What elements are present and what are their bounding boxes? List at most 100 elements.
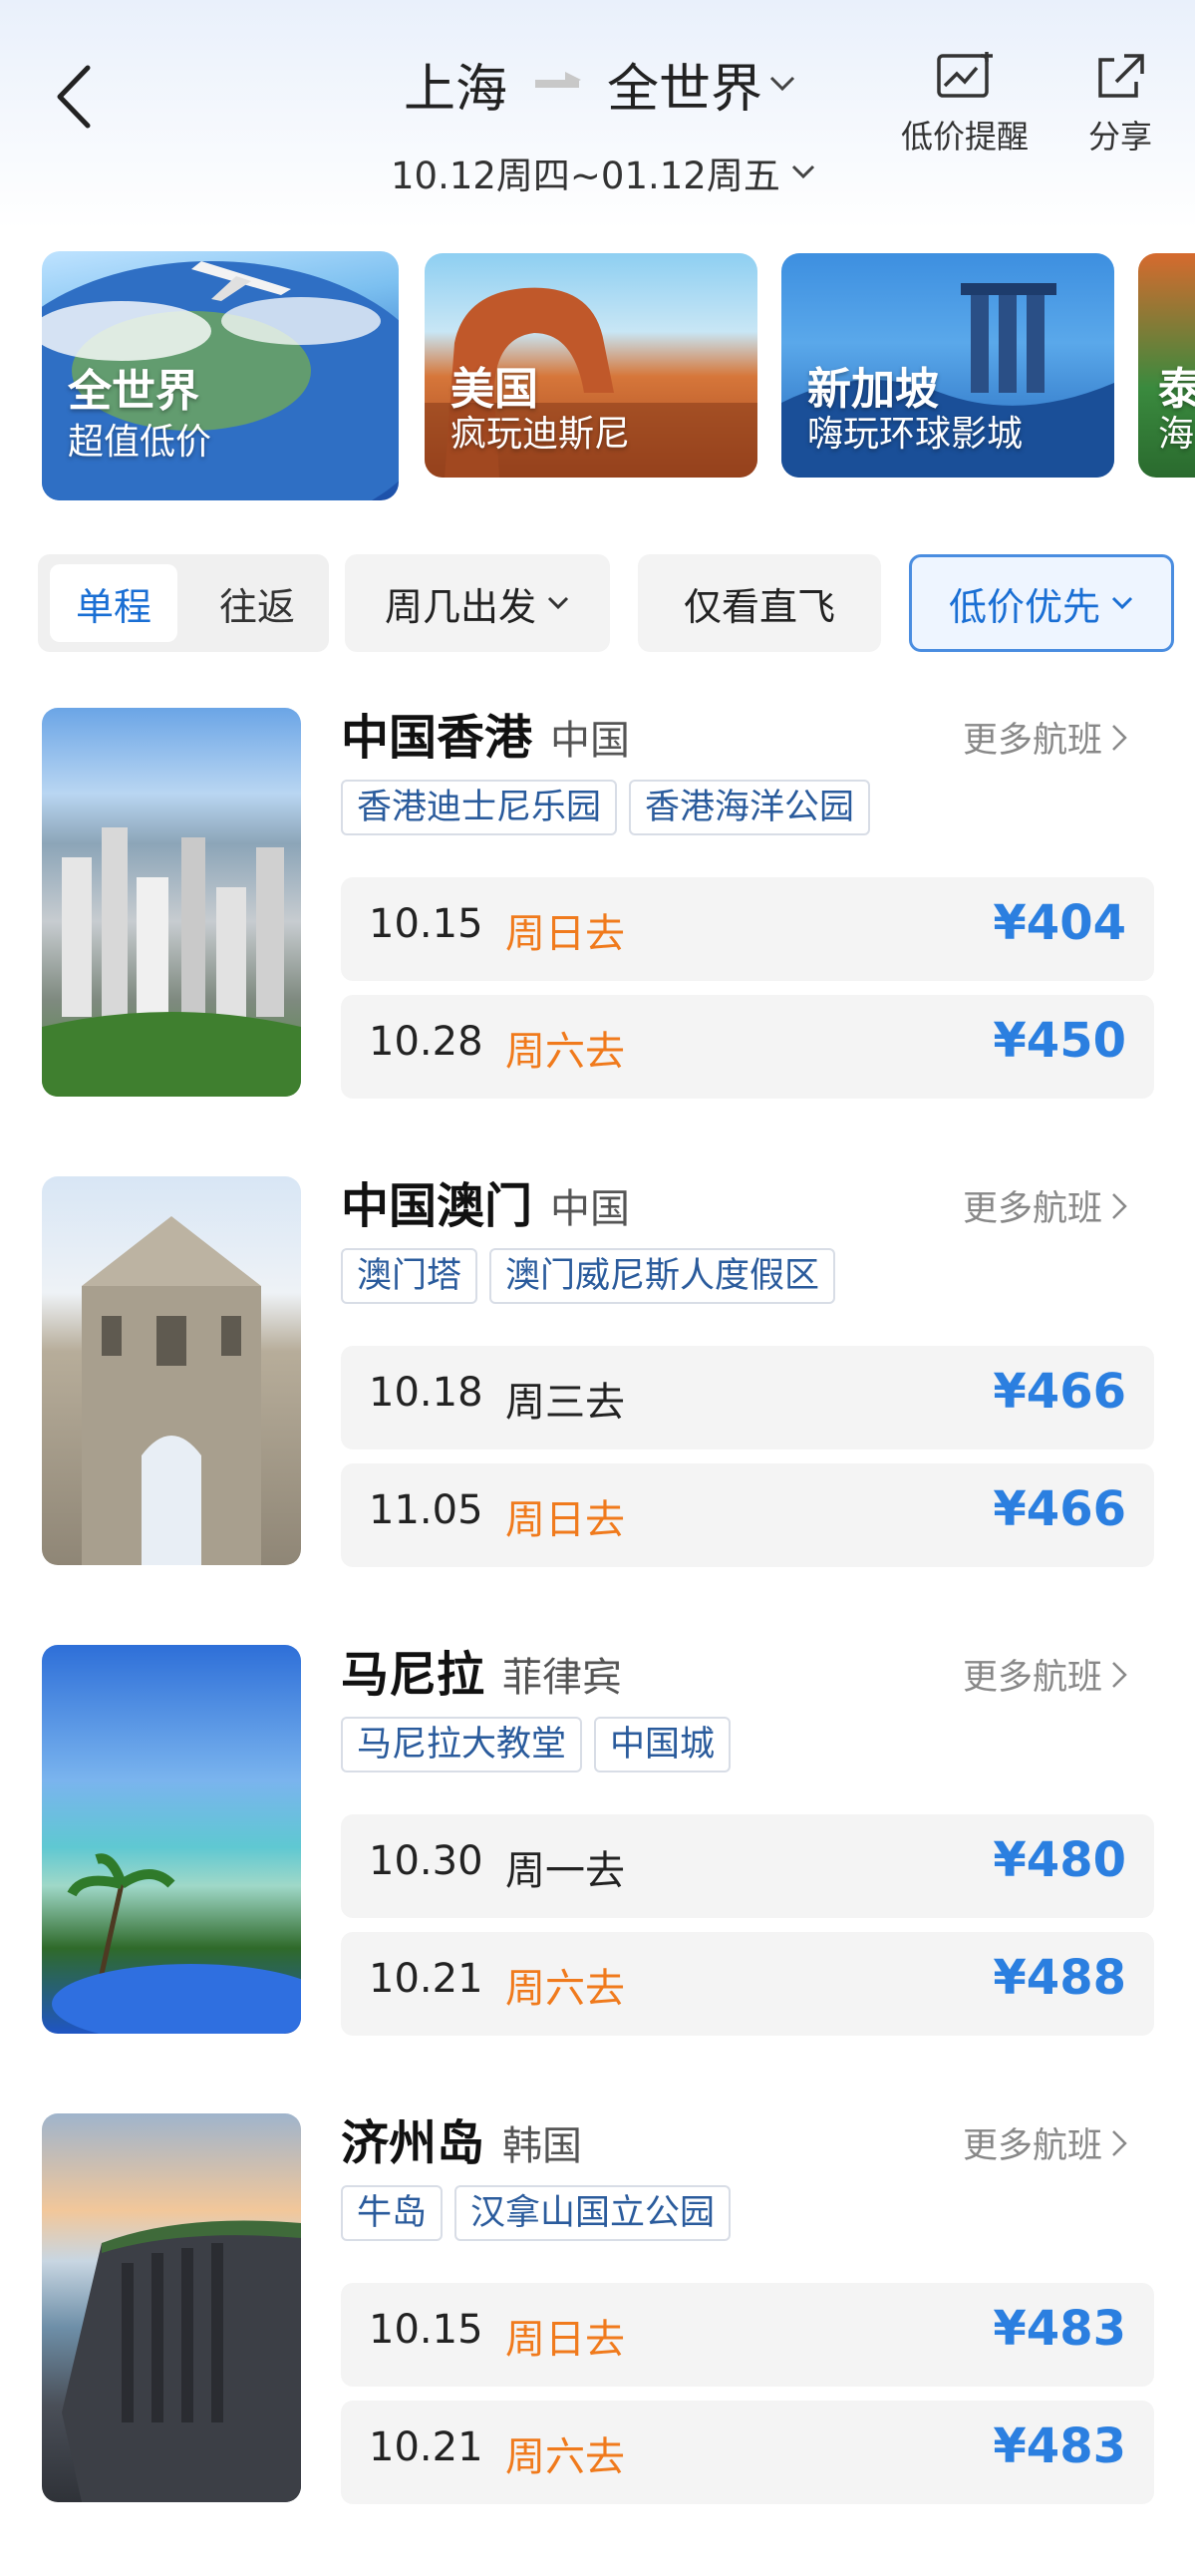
attraction-tag: 澳门威尼斯人度假区 — [489, 1248, 836, 1304]
flight-price: ¥450 — [993, 1013, 1126, 1069]
filter-bar: 单程 往返 周几出发 仅看直飞 低价优先 — [0, 554, 1195, 654]
attraction-tag: 香港迪士尼乐园 — [341, 780, 618, 835]
banner-subtitle: 疯玩迪斯尼 — [450, 414, 631, 455]
flight-row[interactable]: 10.30 周一去 ¥480 — [341, 1814, 1154, 1918]
direct-only-label: 仅看直飞 — [683, 584, 835, 629]
banner-thailand[interactable]: 泰 海 — [1138, 253, 1195, 478]
destination-photo — [42, 708, 301, 1097]
chevron-down-icon — [791, 164, 814, 179]
flight-price: ¥404 — [993, 895, 1126, 951]
flight-row[interactable]: 10.21 周六去 ¥488 — [341, 1932, 1154, 2036]
more-flights-link[interactable]: 更多航班 — [963, 2117, 1128, 2168]
chevron-right-icon — [1112, 1661, 1127, 1688]
banner-title: 全世界 — [68, 366, 199, 417]
destination-name: 中国香港 中国 — [341, 710, 631, 766]
flight-date: 11.05 — [369, 1487, 483, 1533]
direct-only-filter[interactable]: 仅看直飞 — [638, 554, 881, 652]
banner-subtitle: 嗨玩环球影城 — [807, 414, 1024, 455]
destination-photo — [42, 1176, 301, 1565]
route-selector[interactable]: 上海 全世界 — [404, 48, 796, 120]
trip-type-toggle: 单程 往返 — [38, 554, 329, 652]
chevron-right-icon — [1112, 724, 1127, 751]
share-icon — [1098, 54, 1144, 98]
flight-date: 10.30 — [369, 1838, 483, 1884]
tag-list: 澳门塔 澳门威尼斯人度假区 — [341, 1248, 847, 1304]
date-range-text: 10.12周四~01.12周五 — [391, 155, 780, 197]
chevron-right-icon — [1112, 2129, 1127, 2156]
tag-list: 马尼拉大教堂 中国城 — [341, 1717, 743, 1772]
chevron-right-icon — [1112, 1192, 1127, 1219]
flight-weekday: 周三去 — [505, 1380, 625, 1426]
one-way-tab[interactable]: 单程 — [50, 564, 177, 642]
attraction-tag: 马尼拉大教堂 — [341, 1717, 583, 1772]
date-range-selector[interactable]: 10.12周四~01.12周五 — [391, 146, 816, 199]
destination-name: 马尼拉 菲律宾 — [341, 1647, 623, 1703]
back-arrow-icon[interactable] — [52, 62, 96, 132]
tag-list: 香港迪士尼乐园 香港海洋公园 — [341, 780, 882, 835]
low-price-first-label: 低价优先 — [948, 584, 1100, 629]
chevron-down-icon — [547, 596, 569, 610]
chevron-down-icon — [1111, 596, 1133, 610]
route-arrow-icon — [535, 72, 582, 88]
banner-subtitle: 海 — [1158, 414, 1195, 455]
more-flights-link[interactable]: 更多航班 — [963, 712, 1128, 763]
destination-name: 济州岛 韩国 — [341, 2115, 583, 2171]
flight-row[interactable]: 10.28 周六去 ¥450 — [341, 995, 1154, 1099]
flight-date: 10.15 — [369, 2307, 483, 2353]
destination-city: 全世界 — [607, 59, 763, 120]
price-alert-label: 低价提醒 — [901, 118, 1030, 156]
flight-price: ¥488 — [993, 1950, 1126, 2006]
destination-country: 中国 — [550, 1186, 631, 1232]
flight-price: ¥480 — [993, 1832, 1126, 1888]
origin-city: 上海 — [404, 59, 508, 120]
flight-row[interactable]: 10.15 周日去 ¥483 — [341, 2283, 1154, 2387]
flight-weekday: 周一去 — [505, 1848, 625, 1894]
destination-country: 韩国 — [502, 2123, 583, 2169]
attraction-tag: 香港海洋公园 — [629, 780, 871, 835]
flight-row[interactable]: 10.18 周三去 ¥466 — [341, 1346, 1154, 1449]
round-trip-tab[interactable]: 往返 — [197, 564, 317, 642]
destination-name: 中国澳门 中国 — [341, 1178, 631, 1234]
banner-subtitle: 超值低价 — [68, 422, 212, 463]
flight-row[interactable]: 10.15 周日去 ¥404 — [341, 877, 1154, 981]
banner-singapore[interactable]: 新加坡 嗨玩环球影城 — [781, 253, 1114, 478]
chevron-down-icon — [769, 76, 795, 92]
more-flights-link[interactable]: 更多航班 — [963, 1180, 1128, 1231]
flight-date: 10.18 — [369, 1370, 483, 1416]
flight-row[interactable]: 11.05 周日去 ¥466 — [341, 1463, 1154, 1567]
flight-date: 10.21 — [369, 2424, 483, 2470]
destination-banner-carousel: 全世界 超值低价 美国 疯玩迪斯尼 新加坡 嗨玩环球影城 泰 海 — [0, 235, 1195, 516]
destination-card[interactable]: 中国香港 中国 更多航班 香港迪士尼乐园 香港海洋公园 10.15 周日去 ¥40… — [0, 708, 1195, 1117]
attraction-tag: 牛岛 — [341, 2185, 444, 2241]
attraction-tag: 汉拿山国立公园 — [454, 2185, 732, 2241]
flight-price: ¥483 — [993, 2301, 1126, 2357]
attraction-tag: 中国城 — [594, 1717, 732, 1772]
price-alert-button[interactable]: 低价提醒 — [901, 52, 1029, 158]
attraction-tag: 澳门塔 — [341, 1248, 478, 1304]
destination-card[interactable]: 济州岛 韩国 更多航班 牛岛 汉拿山国立公园 10.15 周日去 ¥483 10.… — [0, 2113, 1195, 2522]
flight-weekday: 周六去 — [505, 1966, 625, 2012]
banner-world[interactable]: 全世界 超值低价 — [42, 251, 399, 500]
banner-usa[interactable]: 美国 疯玩迪斯尼 — [425, 253, 757, 478]
flight-weekday: 周日去 — [505, 2317, 625, 2363]
weekday-filter-label: 周几出发 — [384, 584, 536, 629]
share-label: 分享 — [1088, 118, 1153, 156]
flight-weekday: 周六去 — [505, 2434, 625, 2480]
price-alert-icon — [937, 52, 993, 98]
flight-price: ¥466 — [993, 1364, 1126, 1420]
weekday-filter[interactable]: 周几出发 — [345, 554, 610, 652]
tag-list: 牛岛 汉拿山国立公园 — [341, 2185, 743, 2241]
flight-weekday: 周六去 — [505, 1029, 625, 1075]
destination-card[interactable]: 中国澳门 中国 更多航班 澳门塔 澳门威尼斯人度假区 10.18 周三去 ¥466… — [0, 1176, 1195, 1585]
destination-photo — [42, 2113, 301, 2502]
flight-date: 10.15 — [369, 901, 483, 947]
share-button[interactable]: 分享 — [1088, 52, 1152, 158]
destination-card[interactable]: 马尼拉 菲律宾 更多航班 马尼拉大教堂 中国城 10.30 周一去 ¥480 10… — [0, 1645, 1195, 2054]
flight-row[interactable]: 10.21 周六去 ¥483 — [341, 2401, 1154, 2504]
more-flights-link[interactable]: 更多航班 — [963, 1649, 1128, 1700]
destination-country: 菲律宾 — [502, 1655, 623, 1701]
low-price-first-filter[interactable]: 低价优先 — [909, 554, 1174, 652]
flight-weekday: 周日去 — [505, 1497, 625, 1543]
flight-date: 10.21 — [369, 1956, 483, 2002]
flight-price: ¥483 — [993, 2418, 1126, 2474]
